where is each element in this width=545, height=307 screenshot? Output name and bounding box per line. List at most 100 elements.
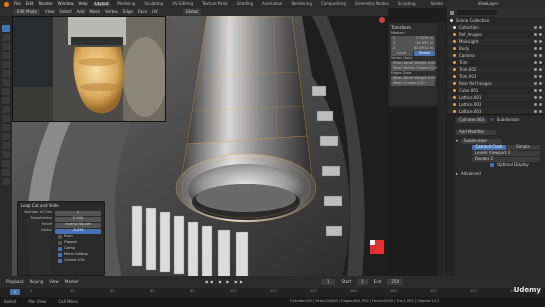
smooth-tool-icon[interactable] bbox=[2, 160, 10, 167]
operator-field-value[interactable]: 1 bbox=[55, 210, 101, 216]
move-tool-icon[interactable] bbox=[2, 43, 10, 50]
menu-select[interactable]: Select bbox=[59, 10, 71, 14]
outliner-row[interactable]: MainLight bbox=[447, 38, 545, 45]
visibility-icons[interactable] bbox=[534, 26, 542, 29]
global-toggle[interactable]: Global bbox=[413, 51, 435, 56]
menu-vertex[interactable]: Vertex bbox=[105, 10, 118, 14]
checkbox[interactable] bbox=[58, 253, 62, 257]
orientation-selector[interactable]: Global bbox=[182, 9, 202, 15]
menu-mesh[interactable]: Mesh bbox=[90, 10, 101, 14]
filter-icon[interactable] bbox=[450, 10, 454, 15]
timeline-ruler[interactable]: 1 0 20 40 60 80 100 120 140 160 180 200 220 240 bbox=[0, 288, 545, 297]
inset-tool-icon[interactable] bbox=[2, 106, 10, 113]
tab-shading[interactable]: Shading bbox=[235, 2, 255, 6]
catmull-clark-button[interactable]: Catmull-Clark bbox=[472, 144, 506, 150]
menu-playback[interactable]: Playback bbox=[6, 280, 24, 284]
rotate-tool-icon[interactable] bbox=[2, 52, 10, 59]
outliner-row[interactable]: Collection bbox=[447, 24, 545, 31]
outliner-search-input[interactable] bbox=[457, 10, 497, 15]
visibility-icons[interactable] bbox=[534, 54, 542, 57]
menu-uv[interactable]: UV bbox=[152, 10, 158, 14]
render-levels-field[interactable]: Render 2 bbox=[472, 156, 540, 162]
menu-window[interactable]: Window bbox=[58, 2, 74, 6]
scale-tool-icon[interactable] bbox=[2, 61, 10, 68]
add-modifier-button[interactable]: Add Modifier bbox=[456, 129, 496, 135]
operator-title[interactable]: Loop Cut and Slide bbox=[21, 204, 101, 208]
tab-layout[interactable]: Layout bbox=[92, 2, 111, 6]
menu-edge[interactable]: Edge bbox=[123, 10, 133, 14]
operator-checkbox-row[interactable]: Correct UVs bbox=[21, 258, 101, 264]
menu-marker[interactable]: Marker bbox=[65, 280, 79, 284]
visibility-icons[interactable] bbox=[534, 68, 542, 71]
outliner-row[interactable]: Ref_Images bbox=[447, 31, 545, 38]
menu-file[interactable]: File bbox=[14, 2, 21, 6]
operator-field-value[interactable]: Inverse Square bbox=[55, 222, 101, 228]
view-layer-selector[interactable]: ViewLayer bbox=[478, 2, 499, 6]
tab-texture-paint[interactable]: Texture Paint bbox=[200, 2, 230, 6]
spin-tool-icon[interactable] bbox=[2, 151, 10, 158]
menu-face[interactable]: Face bbox=[138, 10, 147, 14]
tab-compositing[interactable]: Compositing bbox=[319, 2, 348, 6]
knife-tool-icon[interactable] bbox=[2, 133, 10, 140]
chevron-right-icon[interactable]: ▸ bbox=[456, 172, 458, 176]
outliner-row[interactable]: Lattice.002 bbox=[447, 101, 545, 108]
extrude-tool-icon[interactable] bbox=[2, 97, 10, 104]
sidebar-tabs[interactable] bbox=[438, 22, 446, 276]
operator-field-value[interactable]: 0.000 bbox=[55, 216, 101, 222]
outliner-row[interactable]: Lattice.001 bbox=[447, 94, 545, 101]
select-box-tool-icon[interactable] bbox=[2, 25, 10, 32]
visibility-icons[interactable] bbox=[534, 61, 542, 64]
checkbox[interactable] bbox=[58, 241, 62, 245]
current-frame-field[interactable]: 1 bbox=[320, 279, 336, 285]
visibility-icons[interactable] bbox=[534, 47, 542, 50]
shear-tool-icon[interactable] bbox=[2, 169, 10, 176]
visibility-icons[interactable] bbox=[534, 96, 542, 99]
transform-tool-icon[interactable] bbox=[2, 70, 10, 77]
checkbox[interactable] bbox=[58, 259, 62, 263]
visibility-icons[interactable] bbox=[534, 103, 542, 106]
menu-add[interactable]: Add bbox=[77, 10, 85, 14]
visibility-icons[interactable] bbox=[534, 82, 542, 85]
visibility-icons[interactable] bbox=[534, 89, 542, 92]
bevel-tool-icon[interactable] bbox=[2, 115, 10, 122]
start-frame-field[interactable]: 1 bbox=[357, 279, 368, 285]
menu-view[interactable]: View bbox=[45, 10, 55, 14]
edge-crease-field[interactable]: Mean Crease 0.00 bbox=[391, 81, 435, 86]
visibility-icons[interactable] bbox=[534, 33, 542, 36]
menu-help[interactable]: Help bbox=[78, 2, 87, 6]
simple-button[interactable]: Simple bbox=[506, 144, 540, 150]
tab-animation[interactable]: Animation bbox=[260, 2, 284, 6]
optimal-display-checkbox[interactable] bbox=[490, 163, 494, 167]
levels-viewport-field[interactable]: Levels Viewport 2 bbox=[472, 150, 540, 156]
checkbox[interactable] bbox=[58, 235, 62, 239]
visibility-icons[interactable] bbox=[534, 110, 542, 113]
scene-selector[interactable]: Scene bbox=[431, 2, 443, 6]
outliner-row[interactable]: Cube.001 bbox=[447, 87, 545, 94]
modifier-name-field[interactable]: Subdivision bbox=[461, 138, 502, 144]
checkbox[interactable] bbox=[58, 247, 62, 251]
annotate-tool-icon[interactable] bbox=[2, 79, 10, 86]
outliner-row[interactable]: Body bbox=[447, 45, 545, 52]
visibility-icons[interactable] bbox=[534, 75, 542, 78]
play-controls[interactable]: ◀◀ ◀ ▶ ▶▶ bbox=[205, 280, 245, 284]
blender-logo-icon[interactable] bbox=[4, 1, 9, 7]
tab-geometry-nodes[interactable]: Geometry Nodes bbox=[353, 2, 391, 6]
chevron-down-icon[interactable]: ▾ bbox=[456, 139, 458, 143]
visibility-icons[interactable] bbox=[534, 40, 542, 43]
operator-field-value[interactable]: -0.474 bbox=[55, 228, 101, 234]
outliner-row[interactable]: Camera bbox=[447, 52, 545, 59]
loop-cut-tool-icon[interactable] bbox=[2, 124, 10, 131]
outliner-row[interactable]: Trim.003 bbox=[447, 73, 545, 80]
mode-selector[interactable]: Edit Mode bbox=[14, 9, 40, 15]
outliner-row[interactable]: Trim bbox=[447, 59, 545, 66]
properties-tabs[interactable] bbox=[447, 115, 455, 279]
outliner-row[interactable]: Rear Ref Images bbox=[447, 80, 545, 87]
tab-rendering[interactable]: Rendering bbox=[289, 2, 313, 6]
measure-tool-icon[interactable] bbox=[2, 88, 10, 95]
outliner-row[interactable]: Trim.002 bbox=[447, 66, 545, 73]
tab-uv-editing[interactable]: UV Editing bbox=[170, 2, 195, 6]
tab-modeling[interactable]: Modeling bbox=[115, 2, 137, 6]
scene-collection-row[interactable]: Scene Collection bbox=[447, 17, 545, 24]
cursor-tool-icon[interactable] bbox=[2, 34, 10, 41]
tab-sculpting[interactable]: Sculpting bbox=[142, 2, 165, 6]
